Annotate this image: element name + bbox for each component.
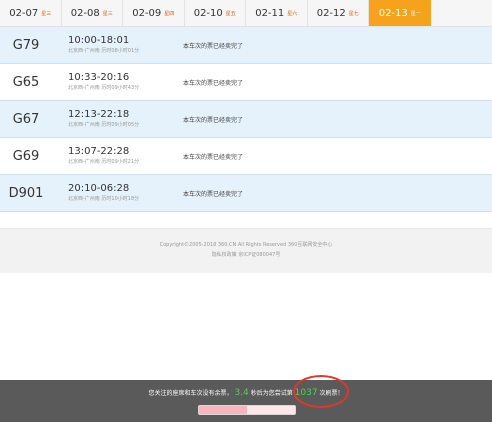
refresh-notice-bar: 您关注的座席和车次没有余票， 3.4 秒后为您尝试第 1037 次刷票！ — [0, 380, 492, 422]
countdown-seconds: 3.4 — [234, 388, 249, 398]
date-tab-02-12[interactable]: 02-12 星七 — [308, 0, 369, 26]
date-tab-02-11[interactable]: 02-11 星六 — [246, 0, 308, 26]
train-row[interactable]: G69 13:07-22:28 北京西-广州南 历时09小时21分 本车次的票已经卖完… — [0, 138, 492, 175]
ticket-status: 本车次的票已经卖完了 — [183, 116, 244, 124]
refresh-progress-fill — [199, 406, 247, 414]
weekday-label: 星七 — [348, 10, 359, 17]
train-times: 10:33-20:16 北京西-广州南 历时09小时43分 — [52, 72, 183, 92]
train-number: G69 — [12, 148, 40, 164]
date-tab-bar: 02-07 星三 02-08 星三 02-09 星四 02-10 星五 02-11 星六 02-12… — [0, 0, 492, 27]
footer-links: 隐私权政策 京ICP证080047号 — [211, 252, 281, 258]
date-label: 02-12 — [316, 7, 346, 19]
departure-arrival-time: 12:13-22:18 — [68, 109, 130, 120]
page-footer: Copyright©2005-2018 360.CN All Rights Re… — [0, 228, 492, 273]
train-list: G79 10:00-18:01 北京西-广州南 历时08小时01分 本车次的票已经卖完… — [0, 27, 492, 212]
train-times: 13:07-22:28 北京西-广州南 历时09小时21分 — [52, 146, 183, 166]
ticket-status: 本车次的票已经卖完了 — [183, 190, 244, 198]
train-times: 12:13-22:18 北京西-广州南 历时09小时05分 — [52, 109, 183, 129]
weekday-label: 星四 — [164, 10, 175, 17]
departure-arrival-time: 10:00-18:01 — [68, 35, 130, 46]
weekday-label: 星三 — [102, 10, 113, 17]
notice-prefix: 您关注的座席和车次没有余票， — [148, 390, 233, 397]
date-tab-02-07[interactable]: 02-07 星三 — [0, 0, 62, 26]
date-tab-02-08[interactable]: 02-08 星三 — [62, 0, 123, 26]
date-tab-02-13[interactable]: 02-13 星一 — [369, 0, 431, 26]
weekday-label: 星五 — [225, 10, 236, 17]
date-tab-02-10[interactable]: 02-10 星五 — [185, 0, 246, 26]
departure-arrival-time: 13:07-22:28 — [68, 146, 130, 157]
notice-middle: 秒后为您尝试第 — [250, 390, 293, 397]
train-number: G67 — [12, 111, 40, 127]
train-number: G79 — [12, 37, 40, 53]
ticket-status: 本车次的票已经卖完了 — [183, 42, 244, 50]
route-duration: 北京西-广州南 历时09小时21分 — [68, 159, 140, 165]
train-number: D901 — [8, 185, 44, 201]
train-row[interactable]: D901 20:10-06:28 北京西-广州南 历时10小时18分 本车次的票已经卖… — [0, 175, 492, 212]
route-duration: 北京西-广州南 历时10小时18分 — [68, 196, 140, 202]
train-times: 10:00-18:01 北京西-广州南 历时08小时01分 — [52, 35, 183, 55]
weekday-label: 星一 — [410, 10, 421, 17]
date-label: 02-13 — [378, 7, 408, 19]
date-label: 02-10 — [193, 7, 223, 19]
departure-arrival-time: 10:33-20:16 — [68, 72, 130, 83]
weekday-label: 星三 — [41, 10, 52, 17]
route-duration: 北京西-广州南 历时08小时01分 — [68, 48, 140, 54]
count-highlight-circle — [293, 375, 349, 408]
date-label: 02-08 — [70, 7, 100, 19]
train-row[interactable]: G65 10:33-20:16 北京西-广州南 历时09小时43分 本车次的票已经卖完… — [0, 64, 492, 101]
refresh-progress-bar — [198, 405, 296, 415]
refresh-notice-text: 您关注的座席和车次没有余票， 3.4 秒后为您尝试第 1037 次刷票！ — [0, 388, 492, 398]
copyright-text: Copyright©2005-2018 360.CN All Rights Re… — [159, 242, 333, 248]
train-row[interactable]: G79 10:00-18:01 北京西-广州南 历时08小时01分 本车次的票已经卖完… — [0, 27, 492, 64]
date-label: 02-09 — [132, 7, 162, 19]
train-row[interactable]: G67 12:13-22:18 北京西-广州南 历时09小时05分 本车次的票已经卖完… — [0, 101, 492, 138]
date-tab-02-09[interactable]: 02-09 星四 — [123, 0, 185, 26]
date-label: 02-11 — [255, 7, 285, 19]
weekday-label: 星六 — [287, 10, 298, 17]
ticket-status: 本车次的票已经卖完了 — [183, 153, 244, 161]
train-times: 20:10-06:28 北京西-广州南 历时10小时18分 — [52, 183, 183, 203]
route-duration: 北京西-广州南 历时09小时43分 — [68, 85, 140, 91]
route-duration: 北京西-广州南 历时09小时05分 — [68, 122, 140, 128]
train-number: G65 — [12, 74, 40, 90]
ticket-status: 本车次的票已经卖完了 — [183, 79, 244, 87]
departure-arrival-time: 20:10-06:28 — [68, 183, 130, 194]
date-label: 02-07 — [9, 7, 39, 19]
